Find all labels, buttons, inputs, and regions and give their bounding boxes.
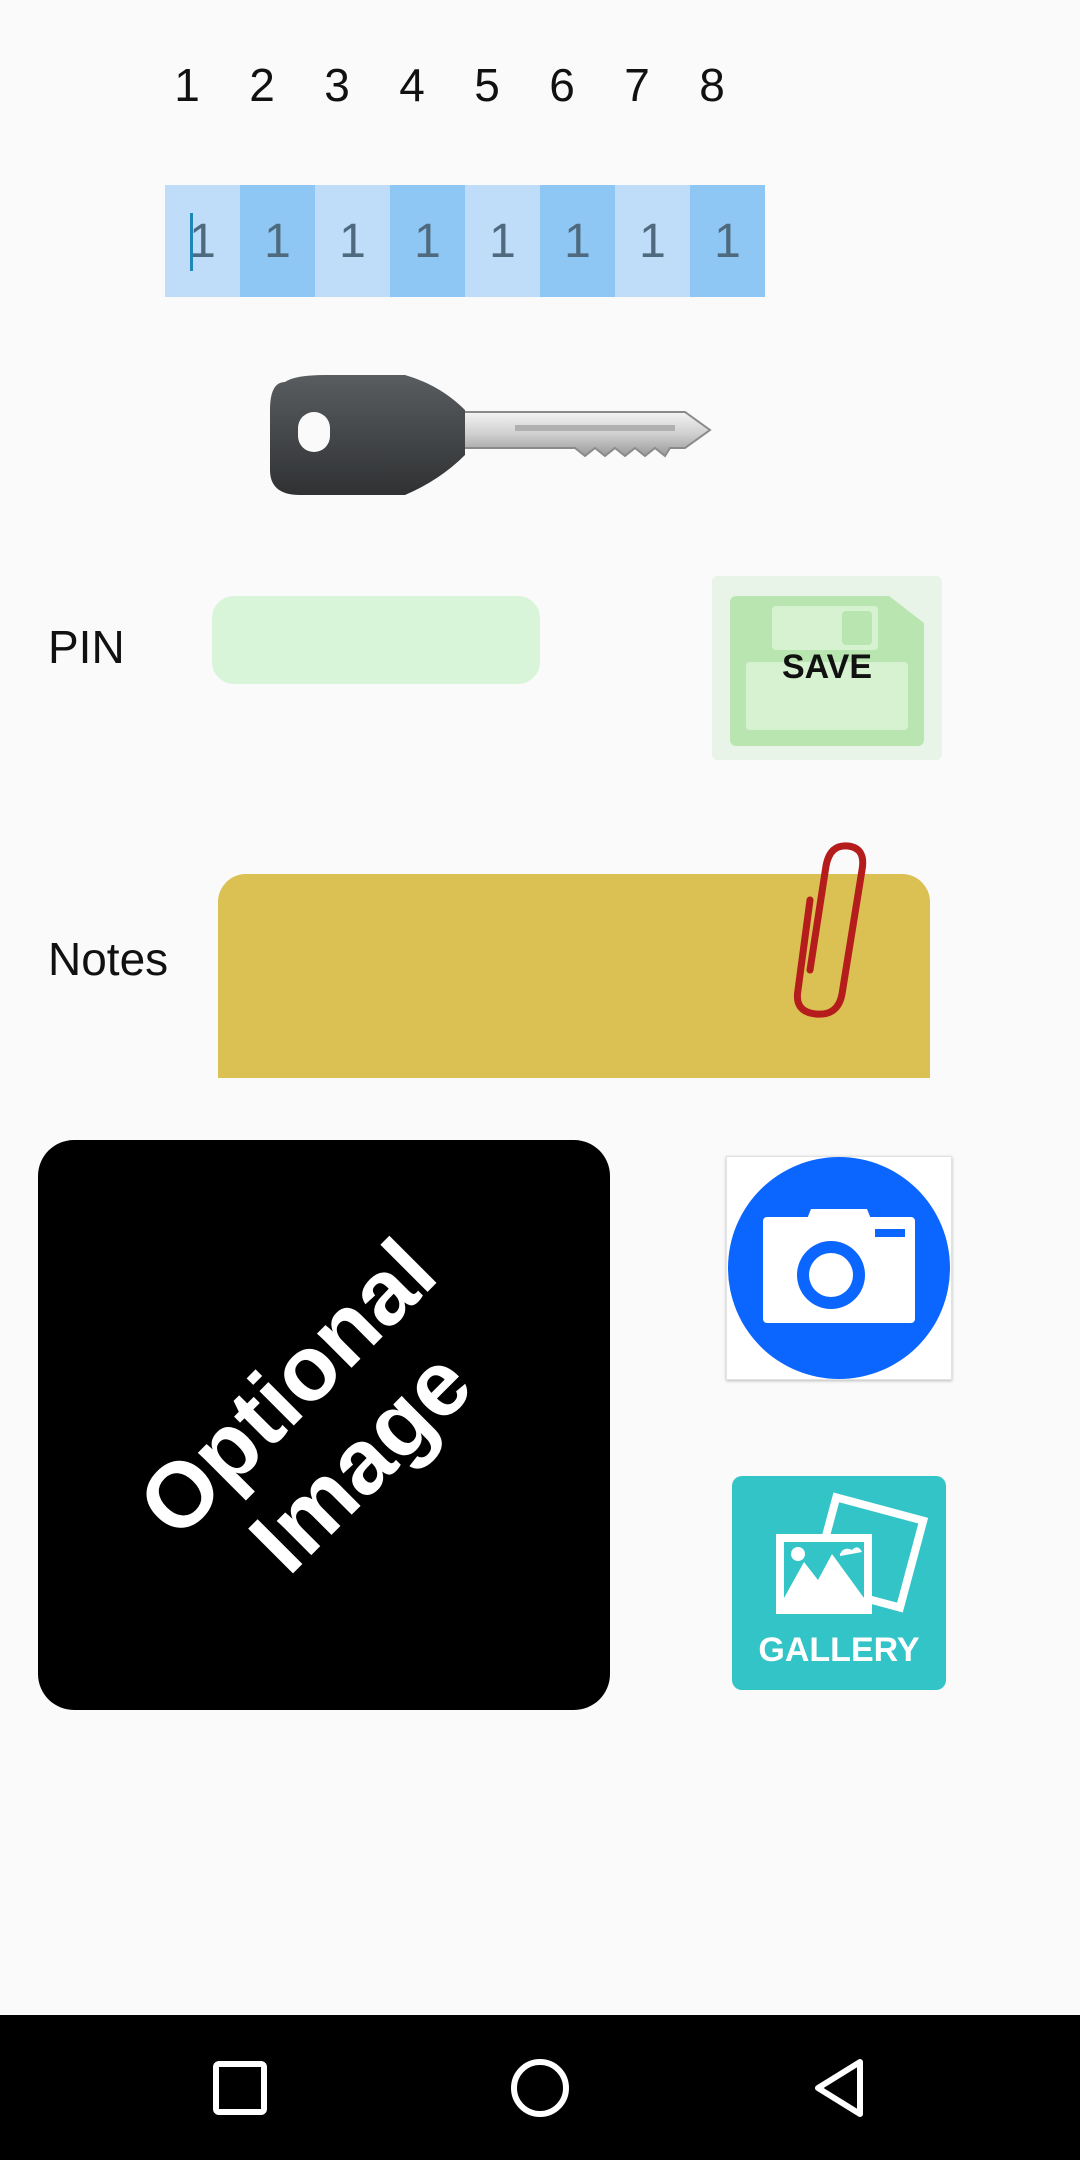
combination-digit-row: 1 1 1 1 1 1 1 1 bbox=[165, 185, 765, 297]
digit-cell[interactable]: 1 bbox=[165, 185, 240, 297]
gallery-button[interactable]: GALLERY bbox=[732, 1476, 946, 1690]
digit-cell[interactable]: 1 bbox=[465, 185, 540, 297]
digit-cell[interactable]: 1 bbox=[390, 185, 465, 297]
column-number: 8 bbox=[699, 59, 725, 111]
digit-cell[interactable]: 1 bbox=[690, 185, 765, 297]
recents-button[interactable] bbox=[195, 2043, 285, 2133]
triangle-back-icon bbox=[815, 2059, 863, 2117]
save-button-label: SAVE bbox=[781, 648, 873, 686]
camera-icon bbox=[728, 1157, 950, 1379]
column-number: 4 bbox=[399, 59, 425, 111]
pin-input[interactable] bbox=[212, 596, 540, 684]
column-number: 1 bbox=[174, 59, 200, 111]
column-number: 2 bbox=[249, 59, 275, 111]
home-button[interactable] bbox=[495, 2043, 585, 2133]
column-number: 7 bbox=[624, 59, 650, 111]
circle-icon bbox=[511, 2059, 569, 2117]
column-number: 5 bbox=[474, 59, 500, 111]
square-icon bbox=[213, 2061, 267, 2115]
digit-cell[interactable]: 1 bbox=[540, 185, 615, 297]
digit-cell[interactable]: 1 bbox=[240, 185, 315, 297]
paperclip-icon bbox=[793, 842, 867, 1018]
gallery-button-label: GALLERY bbox=[758, 1631, 920, 1669]
pin-label: PIN bbox=[48, 621, 125, 673]
column-number: 3 bbox=[324, 59, 350, 111]
gallery-icon bbox=[776, 1492, 929, 1614]
navigation-bar bbox=[0, 2015, 1080, 2160]
save-button[interactable]: SAVE bbox=[712, 576, 942, 760]
digit-cell[interactable]: 1 bbox=[315, 185, 390, 297]
digit-cell[interactable]: 1 bbox=[615, 185, 690, 297]
back-button[interactable] bbox=[795, 2043, 885, 2133]
optional-image-text: Optional Image bbox=[119, 1220, 530, 1631]
column-number-header: 1 2 3 4 5 6 7 8 bbox=[0, 50, 1080, 120]
column-number: 6 bbox=[549, 59, 575, 111]
key-icon bbox=[270, 375, 712, 495]
optional-image-placeholder[interactable]: Optional Image bbox=[38, 1140, 610, 1710]
notes-label: Notes bbox=[48, 933, 169, 985]
camera-button[interactable] bbox=[726, 1156, 952, 1380]
